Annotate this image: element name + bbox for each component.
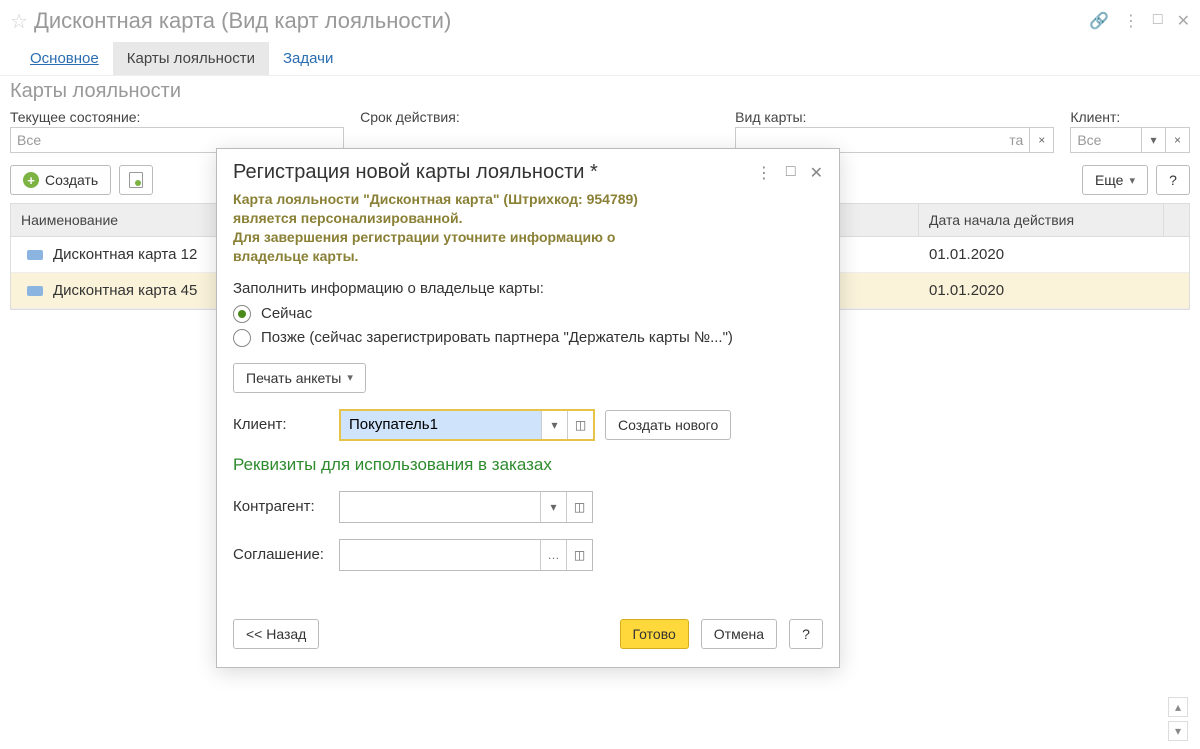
cell-name: Дисконтная карта 12 xyxy=(53,246,197,263)
document-icon xyxy=(129,172,143,188)
filter-type-clear-icon[interactable]: × xyxy=(1030,127,1054,153)
client-input[interactable] xyxy=(341,411,541,439)
more-button[interactable]: Еще xyxy=(1082,165,1148,195)
favorite-star-icon[interactable]: ☆ xyxy=(10,9,28,34)
cell-date: 01.01.2020 xyxy=(919,276,1164,305)
modal-help-label: ? xyxy=(802,626,810,642)
client-field-label: Клиент: xyxy=(233,416,329,433)
radio-later-row[interactable]: Позже (сейчас зарегистрировать партнера … xyxy=(233,329,823,347)
back-button[interactable]: << Назад xyxy=(233,619,319,649)
more-button-label: Еще xyxy=(1095,172,1124,188)
contragent-dropdown-icon[interactable]: ▾ xyxy=(540,492,566,522)
cancel-button-label: Отмена xyxy=(714,626,764,642)
modal-help-button[interactable]: ? xyxy=(789,619,823,649)
client-dropdown-icon[interactable]: ▾ xyxy=(541,411,567,439)
filter-client-clear-icon[interactable]: × xyxy=(1166,127,1190,153)
agreement-dots-icon[interactable]: … xyxy=(540,540,566,570)
tabs: Основное Карты лояльности Задачи xyxy=(0,42,1200,76)
titlebar: ☆ Дисконтная карта (Вид карт лояльности)… xyxy=(0,0,1200,42)
link-icon[interactable]: 🔗 xyxy=(1089,11,1109,31)
client-input-wrap: ▾ ◫ xyxy=(339,409,595,441)
back-button-label: << Назад xyxy=(246,626,306,642)
plus-icon: + xyxy=(23,172,39,188)
menu-dots-icon[interactable]: ⋮ xyxy=(1123,11,1139,31)
radio-now-row[interactable]: Сейчас xyxy=(233,305,823,323)
filter-client-label: Клиент: xyxy=(1070,109,1190,125)
modal-info: Карта лояльности "Дисконтная карта" (Штр… xyxy=(233,190,653,266)
maximize-icon[interactable]: □ xyxy=(1153,11,1163,31)
cell-date: 01.01.2020 xyxy=(919,240,1164,269)
tab-loyalty[interactable]: Карты лояльности xyxy=(113,42,269,75)
copy-button[interactable] xyxy=(119,165,153,195)
modal-title: Регистрация новой карты лояльности * xyxy=(233,161,756,184)
fill-owner-label: Заполнить информацию о владельце карты: xyxy=(233,280,823,297)
help-button[interactable]: ? xyxy=(1156,165,1190,195)
pager: ▴ ▾ xyxy=(1168,697,1188,741)
card-icon xyxy=(27,286,43,296)
radio-later-label: Позже (сейчас зарегистрировать партнера … xyxy=(261,329,733,346)
filter-expiry-label: Срок действия: xyxy=(360,109,719,125)
agreement-input[interactable] xyxy=(340,540,540,570)
create-button-label: Создать xyxy=(45,172,98,188)
done-button-label: Готово xyxy=(633,626,676,642)
filter-status-label: Текущее состояние: xyxy=(10,109,344,125)
contragent-label: Контрагент: xyxy=(233,498,329,515)
tab-tasks[interactable]: Задачи xyxy=(269,42,347,75)
contragent-open-icon[interactable]: ◫ xyxy=(566,492,592,522)
close-icon[interactable]: ✕ xyxy=(1177,11,1190,31)
window-title: Дисконтная карта (Вид карт лояльности) xyxy=(34,8,1089,34)
card-icon xyxy=(27,250,43,260)
modal-maximize-icon[interactable]: □ xyxy=(786,163,796,183)
create-new-client-button[interactable]: Создать нового xyxy=(605,410,731,440)
pager-down-icon[interactable]: ▾ xyxy=(1168,721,1188,741)
contragent-input-wrap: ▾ ◫ xyxy=(339,491,593,523)
filter-client-input[interactable]: Все xyxy=(1070,127,1142,153)
radio-now-label: Сейчас xyxy=(261,305,312,322)
chevron-down-icon: ▾ xyxy=(347,371,353,384)
filter-client-dropdown-icon[interactable]: ▾ xyxy=(1142,127,1166,153)
filter-type-label: Вид карты: xyxy=(735,109,1054,125)
modal-info-line2: Для завершения регистрации уточните инфо… xyxy=(233,229,615,264)
modal-info-line1: Карта лояльности "Дисконтная карта" (Штр… xyxy=(233,191,638,226)
modal-close-icon[interactable]: ✕ xyxy=(810,163,823,183)
pager-up-icon[interactable]: ▴ xyxy=(1168,697,1188,717)
print-questionnaire-label: Печать анкеты xyxy=(246,370,341,386)
radio-now[interactable] xyxy=(233,305,251,323)
contragent-input[interactable] xyxy=(340,492,540,522)
section-title: Карты лояльности xyxy=(0,76,1200,105)
register-card-modal: Регистрация новой карты лояльности * ⋮ □… xyxy=(216,148,840,668)
agreement-input-wrap: … ◫ xyxy=(339,539,593,571)
tab-main[interactable]: Основное xyxy=(16,42,113,75)
done-button[interactable]: Готово xyxy=(620,619,689,649)
cell-name: Дисконтная карта 45 xyxy=(53,282,197,299)
agreement-label: Соглашение: xyxy=(233,546,329,563)
radio-later[interactable] xyxy=(233,329,251,347)
agreement-row: Соглашение: … ◫ xyxy=(233,539,823,571)
client-row: Клиент: ▾ ◫ Создать нового xyxy=(233,409,823,441)
create-new-client-label: Создать нового xyxy=(618,417,718,433)
th-extra xyxy=(1164,204,1184,236)
modal-menu-dots-icon[interactable]: ⋮ xyxy=(756,163,772,183)
order-requisites-title: Реквизиты для использования в заказах xyxy=(233,455,823,475)
print-questionnaire-button[interactable]: Печать анкеты ▾ xyxy=(233,363,366,393)
create-button[interactable]: + Создать xyxy=(10,165,111,195)
contragent-row: Контрагент: ▾ ◫ xyxy=(233,491,823,523)
th-start[interactable]: Дата начала действия xyxy=(919,204,1164,236)
help-button-label: ? xyxy=(1169,172,1177,188)
cancel-button[interactable]: Отмена xyxy=(701,619,777,649)
agreement-open-icon[interactable]: ◫ xyxy=(566,540,592,570)
client-open-icon[interactable]: ◫ xyxy=(567,411,593,439)
